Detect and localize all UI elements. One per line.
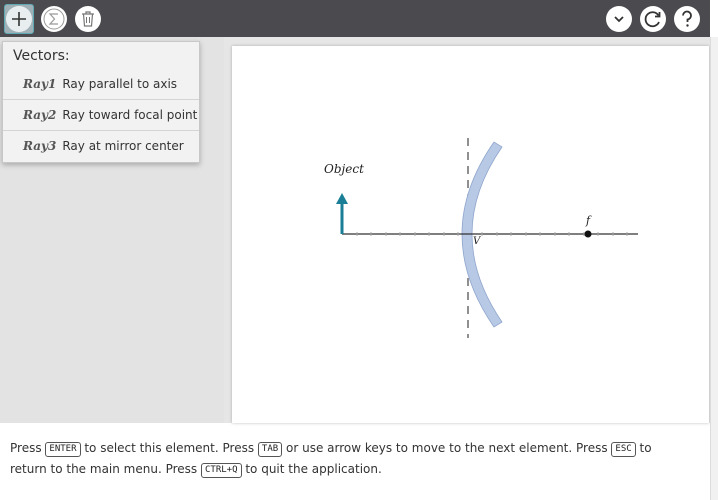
menu-item-name: Ray2 [23,108,57,122]
help-text: Press [10,441,42,455]
help-button[interactable] [674,6,700,32]
diagram-area: Object V f [224,37,710,423]
menu-item-name: Ray3 [23,139,57,153]
menu-item-label: Ray parallel to axis [62,76,178,91]
menu-title: Vectors: [13,48,70,64]
vertex-label: V [473,236,482,247]
sigma-icon [43,8,65,30]
plus-icon [6,6,32,32]
ctrl-q-key: CTRL+Q [201,463,242,478]
diagram-canvas[interactable]: Object V f [232,46,709,423]
vectors-menu: Vectors: Ray1 Ray parallel to axis Ray2 … [2,41,200,163]
object-label: Object [324,162,364,176]
menu-item-label: Ray toward focal point [62,108,198,122]
dropdown-button[interactable] [606,6,632,32]
help-text: to select this element. Press [84,441,255,455]
mirror-diagram: Object V f [324,138,638,338]
menu-item-label: Ray at mirror center [62,139,184,153]
refresh-icon [643,9,663,29]
toolbar [0,0,710,37]
chevron-down-icon [613,14,625,24]
esc-key: ESC [611,442,636,457]
menu-item-ray3[interactable]: Ray3 Ray at mirror center [3,130,199,161]
delete-button[interactable] [75,6,101,32]
question-icon [680,10,694,28]
keyboard-help-text: Press ENTER to select this element. Pres… [10,438,670,480]
sum-button[interactable] [41,6,67,32]
trash-icon [80,10,96,28]
add-button[interactable] [4,4,34,34]
tab-key: TAB [257,442,283,457]
page-scrollbar[interactable] [710,37,718,500]
reset-button[interactable] [640,6,666,32]
focal-point [584,230,592,238]
help-text: or use arrow keys to move to the next el… [286,441,608,455]
menu-item-ray2[interactable]: Ray2 Ray toward focal point [3,99,199,130]
object-arrow-head [336,193,348,204]
menu-item-ray1[interactable]: Ray1 Ray parallel to axis [3,68,199,99]
menu-item-name: Ray1 [23,76,57,91]
focal-label: f [585,214,592,227]
enter-key: ENTER [45,442,81,457]
help-text: to quit the application. [245,462,382,476]
